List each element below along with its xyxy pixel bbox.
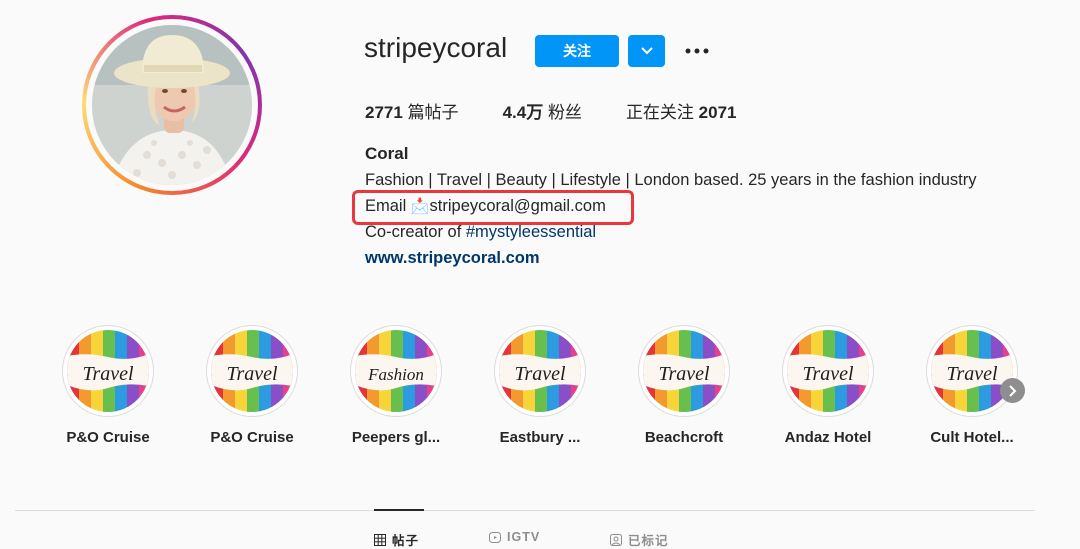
- highlight-cover: Travel: [67, 330, 149, 412]
- follow-button[interactable]: 关注: [535, 35, 619, 67]
- highlight-label: Andaz Hotel: [784, 429, 872, 446]
- highlight-cover-text: Travel: [802, 363, 854, 385]
- highlight-cover-ring: Travel: [494, 325, 586, 417]
- highlight-cover-text: Travel: [82, 363, 134, 385]
- following-count[interactable]: 正在关注 2071: [626, 98, 737, 123]
- highlight-cover-ring: Fashion: [350, 325, 442, 417]
- highlight-item[interactable]: Travel P&O Cruise: [53, 325, 163, 446]
- followers-count[interactable]: 4.4万 粉丝: [503, 98, 582, 123]
- hashtag-link[interactable]: #mystyleessential: [466, 223, 596, 241]
- highlight-cover-ring: Travel: [638, 325, 730, 417]
- highlight-cover-text: Travel: [514, 363, 566, 385]
- profile-stats: 2771 篇帖子 4.4万 粉丝 正在关注 2071: [365, 98, 781, 123]
- highlight-cover: Travel: [787, 330, 869, 412]
- highlight-item[interactable]: Fashion Peepers gl...: [341, 325, 451, 446]
- chevron-down-icon: [640, 47, 653, 55]
- highlight-cover: Travel: [211, 330, 293, 412]
- active-tab-indicator: [374, 509, 424, 511]
- highlights-next-button[interactable]: [1000, 378, 1025, 403]
- highlight-cover: Fashion: [355, 330, 437, 412]
- highlight-item[interactable]: Travel Andaz Hotel: [773, 325, 883, 446]
- tab-igtv[interactable]: IGTV: [489, 530, 540, 544]
- profile-avatar-ring[interactable]: [82, 15, 262, 195]
- suggested-dropdown-button[interactable]: [628, 35, 665, 67]
- highlight-cover-text: Travel: [946, 363, 998, 385]
- highlight-cover: Travel: [931, 330, 1013, 412]
- tab-posts[interactable]: 帖子: [374, 530, 419, 549]
- highlight-cover-text: Fashion: [367, 365, 424, 384]
- highlight-cover-ring: Travel: [782, 325, 874, 417]
- website-link[interactable]: www.stripeycoral.com: [365, 249, 540, 268]
- tagged-icon: [610, 533, 622, 546]
- grid-icon: [374, 533, 386, 546]
- bio-description: Fashion | Travel | Beauty | Lifestyle | …: [365, 171, 977, 189]
- highlight-cover: Travel: [643, 330, 725, 412]
- profile-username: stripeycoral: [364, 32, 508, 63]
- posts-count: 2771 篇帖子: [365, 103, 459, 122]
- highlight-cover-text: Travel: [658, 363, 710, 385]
- highlight-cover-ring: Travel: [62, 325, 154, 417]
- highlight-label: P&O Cruise: [66, 429, 150, 446]
- tabs-divider: [15, 510, 1035, 511]
- igtv-icon: [489, 532, 501, 543]
- bio-cocreator-line: Co-creator of #mystyleessential: [365, 223, 597, 241]
- highlight-item[interactable]: Travel Eastbury ...: [485, 325, 595, 446]
- avatar: [92, 25, 252, 185]
- highlight-cover-ring: Travel: [926, 325, 1018, 417]
- highlight-label: Peepers gl...: [351, 429, 441, 446]
- highlight-cover-text: Travel: [226, 363, 278, 385]
- highlight-label: Cult Hotel...: [930, 429, 1014, 446]
- more-horizontal-icon: [685, 48, 709, 54]
- highlight-label: Eastbury ...: [499, 429, 581, 446]
- bio-full-name: Coral: [365, 144, 409, 163]
- highlight-cover: Travel: [499, 330, 581, 412]
- highlight-item[interactable]: Travel Beachcroft: [629, 325, 739, 446]
- more-options-button[interactable]: [682, 37, 712, 65]
- highlight-item[interactable]: Travel P&O Cruise: [197, 325, 307, 446]
- highlight-label: Beachcroft: [644, 429, 724, 446]
- highlight-cover-ring: Travel: [206, 325, 298, 417]
- email-annotation-box: [352, 190, 634, 225]
- highlight-label: P&O Cruise: [210, 429, 294, 446]
- tab-tagged[interactable]: 已标记: [610, 530, 669, 549]
- chevron-right-icon: [1008, 384, 1016, 397]
